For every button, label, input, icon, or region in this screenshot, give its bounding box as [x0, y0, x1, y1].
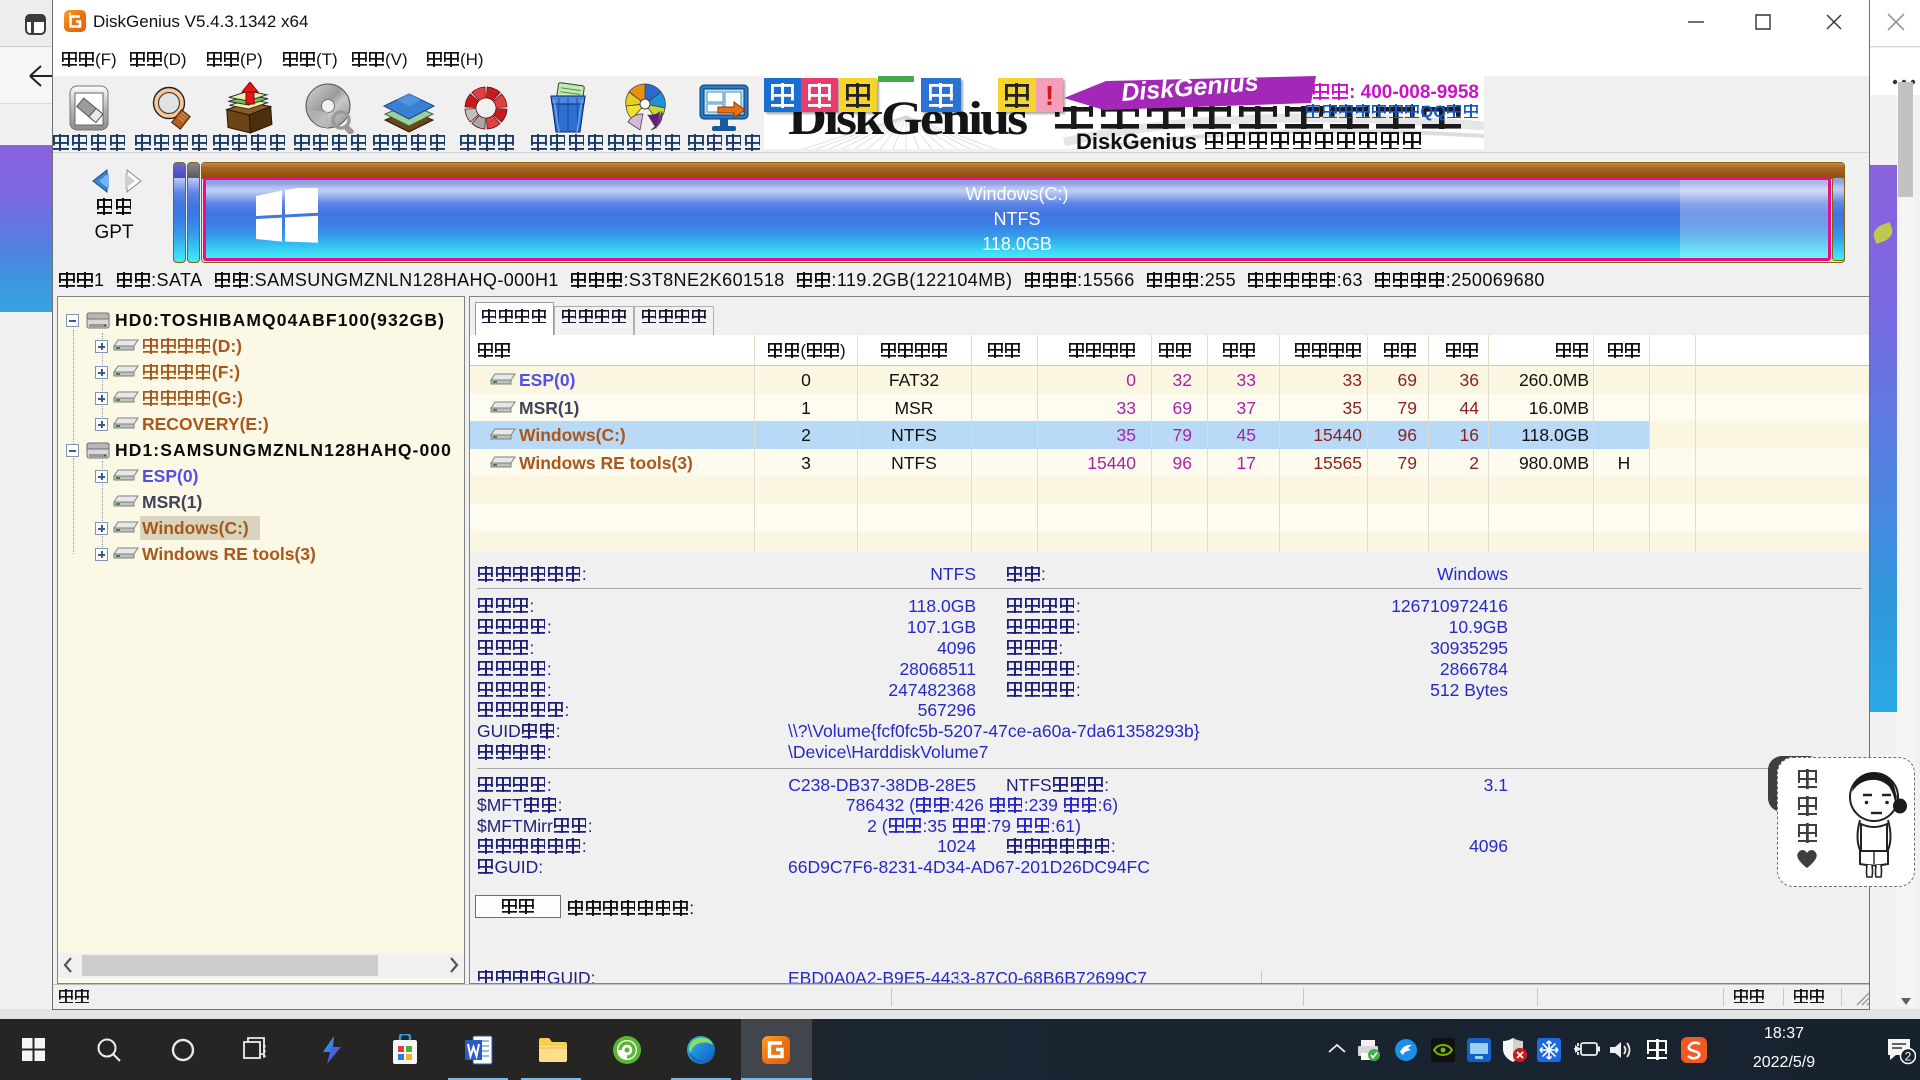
svg-text:2: 2 — [1905, 1050, 1912, 1064]
